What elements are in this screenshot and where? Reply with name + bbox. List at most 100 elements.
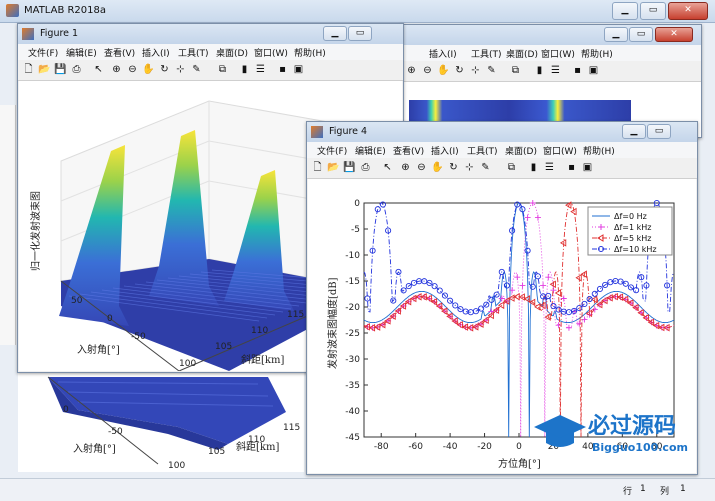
x-tick-label: -80 [374, 442, 389, 452]
menu-window[interactable]: 窗口(W) [254, 46, 288, 59]
close-button[interactable]: ✕ [668, 2, 708, 20]
zoom-out-icon[interactable]: ⊖ [421, 64, 434, 77]
behind-x-tick-1: -50 [108, 427, 123, 437]
rotate-icon[interactable]: ↻ [158, 63, 171, 76]
data-cursor-icon[interactable]: ⊹ [463, 161, 476, 174]
f1-y-tick-0: 100 [179, 359, 196, 369]
figure4-logo-icon [311, 126, 323, 138]
minimize-button[interactable]: ▁ [612, 2, 638, 20]
hide-tools-icon[interactable]: ▪ [571, 64, 584, 77]
f1-y-tick-1: 105 [215, 342, 232, 352]
zoom-in-icon[interactable]: ⊕ [399, 161, 412, 174]
menu-view[interactable]: 查看(V) [104, 46, 135, 59]
col-label: 列 [660, 487, 670, 497]
pan-icon[interactable]: ✋ [431, 161, 444, 174]
menu-insert[interactable]: 插入(I) [142, 46, 170, 59]
zoom-in-icon[interactable]: ⊕ [405, 64, 418, 77]
figure-behind-maximize-button[interactable]: ▭ [629, 27, 653, 42]
colorbar-icon[interactable]: ▮ [533, 64, 546, 77]
show-tools-icon[interactable]: ▣ [292, 63, 305, 76]
figure-behind-minimize-button[interactable]: ▁ [604, 27, 628, 42]
f1-y-tick-3: 115 [287, 310, 304, 320]
menu-insert[interactable]: 插入(I) [429, 47, 457, 60]
open-file-icon[interactable]: 📂 [38, 63, 51, 76]
menu-help[interactable]: 帮助(H) [583, 144, 615, 157]
watermark: 必过源码 Bigguo100.com [530, 407, 708, 455]
menu-window[interactable]: 窗口(W) [543, 144, 577, 157]
brush-icon[interactable]: ✎ [190, 63, 203, 76]
rotate-icon[interactable]: ↻ [447, 161, 460, 174]
menu-tools[interactable]: 工具(T) [467, 144, 498, 157]
menu-edit[interactable]: 编辑(E) [66, 46, 97, 59]
y-tick-label: -35 [345, 381, 360, 391]
main-window-title: MATLAB R2018a [24, 5, 107, 16]
menu-tools[interactable]: 工具(T) [178, 46, 209, 59]
link-plot-icon[interactable]: ⧉ [509, 64, 522, 77]
zoom-out-icon[interactable]: ⊖ [126, 63, 139, 76]
rotate-icon[interactable]: ↻ [453, 64, 466, 77]
legend-label-0: Δf=0 Hz [614, 212, 647, 221]
legend-icon[interactable]: ☰ [254, 63, 267, 76]
menu-help[interactable]: 帮助(H) [581, 47, 613, 60]
figure-behind-close-button[interactable]: ✕ [655, 27, 693, 42]
link-plot-icon[interactable]: ⧉ [505, 161, 518, 174]
figure4-minimize-button[interactable]: ▁ [622, 124, 646, 139]
hide-tools-icon[interactable]: ▪ [565, 161, 578, 174]
menu-help[interactable]: 帮助(H) [294, 46, 326, 59]
matlab-logo-icon [6, 4, 19, 17]
new-figure-icon[interactable]: 🗋 [311, 161, 324, 174]
brush-icon[interactable]: ✎ [485, 64, 498, 77]
data-cursor-icon[interactable]: ⊹ [174, 63, 187, 76]
print-icon[interactable]: ⎙ [359, 161, 372, 174]
figure1-maximize-button[interactable]: ▭ [348, 26, 372, 41]
colorbar-icon[interactable]: ▮ [238, 63, 251, 76]
open-file-icon[interactable]: 📂 [327, 161, 340, 174]
figure1-minimize-button[interactable]: ▁ [323, 26, 347, 41]
pointer-icon[interactable]: ↖ [92, 63, 105, 76]
behind-x-tick-0: 0 [63, 405, 69, 415]
legend-icon[interactable]: ☰ [549, 64, 562, 77]
pan-icon[interactable]: ✋ [437, 64, 450, 77]
menu-file[interactable]: 文件(F) [28, 46, 58, 59]
figure1-toolbar: 🗋 📂 💾 ⎙ ↖ ⊕ ⊖ ✋ ↻ ⊹ ✎ ⧉ ▮ ☰ ▪ ▣ [18, 60, 403, 81]
maximize-button[interactable]: ▭ [640, 2, 666, 20]
y-tick-label: -15 [345, 277, 360, 287]
menu-view[interactable]: 查看(V) [393, 144, 424, 157]
menu-desktop[interactable]: 桌面(D) [216, 46, 248, 59]
watermark-url: Bigguo100.com [592, 441, 688, 454]
data-cursor-icon[interactable]: ⊹ [469, 64, 482, 77]
new-figure-icon[interactable]: 🗋 [22, 63, 35, 76]
print-icon[interactable]: ⎙ [70, 63, 83, 76]
zoom-out-icon[interactable]: ⊖ [415, 161, 428, 174]
figure4-maximize-button[interactable]: ▭ [647, 124, 671, 139]
figure1-xlabel: 入射角[°] [77, 344, 120, 356]
chart-xlabel: 方位角[°] [498, 457, 541, 470]
y-tick-label: -10 [345, 251, 360, 261]
menu-desktop[interactable]: 桌面(D) [506, 47, 538, 60]
menu-tools[interactable]: 工具(T) [471, 47, 502, 60]
save-icon[interactable]: 💾 [343, 161, 356, 174]
main-left-panel [0, 105, 16, 345]
show-tools-icon[interactable]: ▣ [581, 161, 594, 174]
y-tick-label: -45 [345, 433, 360, 443]
status-bar: 行 1 列 1 [0, 478, 715, 501]
brush-icon[interactable]: ✎ [479, 161, 492, 174]
save-icon[interactable]: 💾 [54, 63, 67, 76]
menu-desktop[interactable]: 桌面(D) [505, 144, 537, 157]
row-value: 1 [640, 484, 646, 494]
x-tick-label: -60 [408, 442, 423, 452]
menu-insert[interactable]: 插入(I) [431, 144, 459, 157]
pan-icon[interactable]: ✋ [142, 63, 155, 76]
link-plot-icon[interactable]: ⧉ [216, 63, 229, 76]
menu-edit[interactable]: 编辑(E) [355, 144, 386, 157]
f1-x-tick-2: -50 [131, 332, 146, 342]
zoom-in-icon[interactable]: ⊕ [110, 63, 123, 76]
menu-file[interactable]: 文件(F) [317, 144, 347, 157]
show-tools-icon[interactable]: ▣ [587, 64, 600, 77]
pointer-icon[interactable]: ↖ [381, 161, 394, 174]
menu-window[interactable]: 窗口(W) [541, 47, 575, 60]
y-tick-label: -20 [345, 303, 360, 313]
legend-icon[interactable]: ☰ [543, 161, 556, 174]
hide-tools-icon[interactable]: ▪ [276, 63, 289, 76]
colorbar-icon[interactable]: ▮ [527, 161, 540, 174]
